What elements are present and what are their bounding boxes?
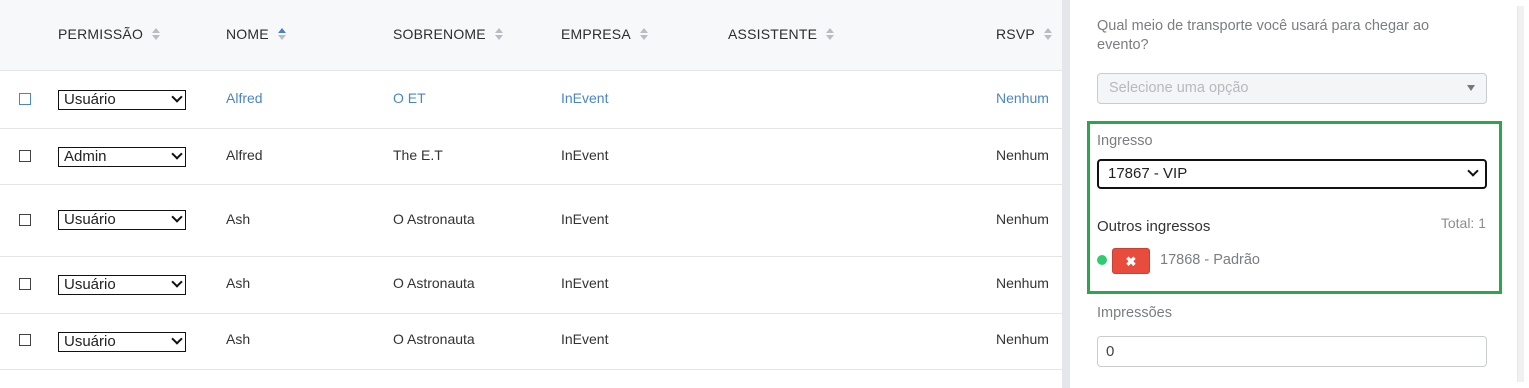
company-cell: InEvent	[561, 147, 609, 163]
remove-ticket-button[interactable]: ✖	[1112, 248, 1150, 274]
first-name-cell: Ash	[226, 275, 251, 291]
impressions-input[interactable]	[1097, 336, 1487, 367]
impressions-label: Impressões	[1097, 305, 1172, 321]
sort-icon[interactable]	[494, 28, 503, 40]
rsvp-cell: Nenhum	[996, 211, 1049, 227]
chevron-down-icon	[171, 91, 183, 103]
company-link[interactable]: InEvent	[561, 90, 608, 106]
permission-select[interactable]: Usuário	[58, 210, 186, 230]
column-header-label: SOBRENOME	[393, 26, 486, 42]
chevron-down-icon	[171, 211, 183, 223]
row-checkbox[interactable]	[19, 93, 31, 105]
column-header-label: NOME	[226, 26, 269, 42]
first-name-cell: Ash	[226, 331, 251, 347]
permission-value: Usuário	[64, 211, 116, 228]
row-checkbox[interactable]	[19, 150, 31, 162]
chevron-down-icon	[1467, 165, 1479, 177]
company-cell: InEvent	[561, 211, 609, 227]
chevron-down-icon	[171, 333, 183, 345]
column-header-label: RSVP	[996, 26, 1035, 42]
transport-select[interactable]: Selecione uma opção	[1097, 73, 1487, 104]
permission-value: Usuário	[64, 333, 116, 350]
sort-icon[interactable]	[152, 28, 161, 40]
permission-select[interactable]: Usuário	[58, 90, 186, 110]
rsvp-cell: Nenhum	[996, 331, 1049, 347]
last-name-cell: O Astronauta	[393, 275, 475, 291]
table-header: PERMISSÃO NOME SOBRENOME EMPRESA ASSISTE…	[0, 0, 1062, 71]
column-header-nome[interactable]: NOME	[226, 26, 286, 42]
transport-question-label: Qual meio de transporte você usará para …	[1097, 18, 1430, 53]
permission-value: Admin	[64, 148, 107, 165]
row-checkbox[interactable]	[19, 278, 31, 290]
rsvp-link[interactable]: Nenhum	[996, 90, 1049, 106]
panel-divider	[1062, 0, 1070, 388]
column-header-empresa[interactable]: EMPRESA	[561, 26, 648, 42]
table-row[interactable]: Usuário Ash O Astronauta InEvent Nenhum	[0, 257, 1062, 314]
column-header-label: ASSISTENTE	[728, 26, 818, 42]
row-checkbox[interactable]	[19, 334, 31, 346]
other-tickets-total: Total: 1	[1440, 215, 1486, 231]
permission-select[interactable]: Admin	[58, 147, 186, 167]
other-ticket-item: 17868 - Padrão	[1160, 252, 1260, 268]
table-row[interactable]: Usuário Ash O Astronauta InEvent Nenhum	[0, 185, 1062, 257]
permission-value: Usuário	[64, 276, 116, 293]
other-tickets-label: Outros ingressos	[1097, 218, 1211, 235]
last-name-cell: O Astronauta	[393, 211, 475, 227]
status-dot-icon	[1097, 255, 1107, 265]
last-name-link[interactable]: O ET	[393, 90, 426, 106]
table-row[interactable]: Usuário Alfred O ET InEvent Nenhum	[0, 71, 1062, 129]
sort-ascending-icon[interactable]	[277, 28, 286, 40]
last-name-cell: The E.T	[393, 147, 443, 163]
rsvp-cell: Nenhum	[996, 275, 1049, 291]
row-checkbox[interactable]	[19, 214, 31, 226]
chevron-down-icon	[171, 276, 183, 288]
column-header-assistente[interactable]: ASSISTENTE	[728, 26, 835, 42]
column-header-permissao[interactable]: PERMISSÃO	[58, 26, 161, 42]
scrollbar-track[interactable]	[1517, 6, 1524, 382]
first-name-cell: Ash	[226, 211, 251, 227]
company-cell: InEvent	[561, 331, 609, 347]
sort-icon[interactable]	[1043, 28, 1052, 40]
transport-placeholder: Selecione uma opção	[1109, 80, 1249, 96]
last-name-cell: O Astronauta	[393, 331, 475, 347]
sort-icon[interactable]	[639, 28, 648, 40]
ticket-select[interactable]: 17867 - VIP	[1097, 159, 1487, 189]
attendees-table: PERMISSÃO NOME SOBRENOME EMPRESA ASSISTE…	[0, 0, 1062, 388]
table-row[interactable]: Admin Alfred The E.T InEvent Nenhum	[0, 129, 1062, 185]
column-header-rsvp[interactable]: RSVP	[996, 26, 1052, 42]
rsvp-cell: Nenhum	[996, 147, 1049, 163]
scrollbar[interactable]	[1513, 0, 1529, 388]
caret-down-icon	[1467, 85, 1475, 91]
attendee-detail-panel: Qual meio de transporte você usará para …	[1070, 0, 1513, 388]
first-name-link[interactable]: Alfred	[226, 90, 263, 106]
first-name-cell: Alfred	[226, 147, 263, 163]
column-header-sobrenome[interactable]: SOBRENOME	[393, 26, 503, 42]
ticket-value: 17867 - VIP	[1108, 165, 1188, 182]
ticket-label: Ingresso	[1097, 133, 1153, 149]
table-row[interactable]: Usuário Ash O Astronauta InEvent Nenhum	[0, 314, 1062, 370]
column-header-label: EMPRESA	[561, 26, 631, 42]
permission-value: Usuário	[64, 91, 116, 108]
sort-icon[interactable]	[826, 28, 835, 40]
chevron-down-icon	[171, 148, 183, 160]
permission-select[interactable]: Usuário	[58, 332, 186, 352]
column-header-label: PERMISSÃO	[58, 26, 144, 42]
permission-select[interactable]: Usuário	[58, 275, 186, 295]
company-cell: InEvent	[561, 275, 609, 291]
